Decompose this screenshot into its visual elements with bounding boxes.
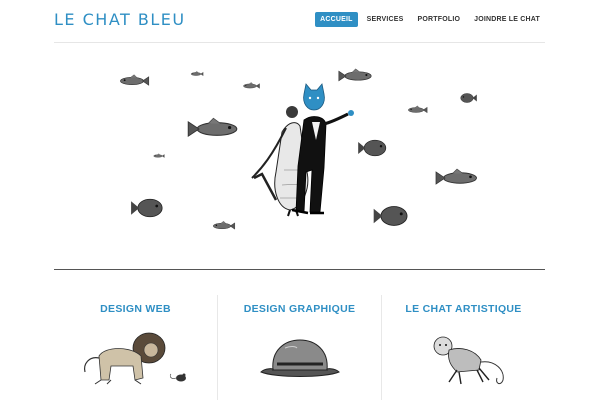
nav-item-accueil[interactable]: ACCUEIL bbox=[315, 12, 358, 27]
fish-icon bbox=[243, 82, 260, 89]
site-header: LE CHAT BLEU ACCUEIL SERVICES PORTFOLIO … bbox=[0, 0, 600, 43]
service-title[interactable]: LE CHAT ARTISTIQUE bbox=[382, 303, 545, 315]
service-design-web: DESIGN WEB bbox=[54, 295, 217, 400]
cat-mask-icon bbox=[303, 83, 325, 111]
site-logo[interactable]: LE CHAT BLEU bbox=[54, 10, 186, 29]
hero-illustration bbox=[112, 60, 488, 240]
section-divider bbox=[54, 269, 545, 270]
services-section: DESIGN WEB DESIGN GRAPHIQUE LE CHAT ARTI… bbox=[54, 295, 545, 400]
nav-item-joindre-le-chat[interactable]: JOINDRE LE CHAT bbox=[469, 12, 545, 27]
fish-icon bbox=[338, 68, 372, 82]
service-le-chat-artistique: LE CHAT ARTISTIQUE bbox=[381, 295, 545, 400]
service-title[interactable]: DESIGN WEB bbox=[54, 303, 217, 315]
fish-icon bbox=[435, 168, 478, 185]
fish-icon bbox=[372, 205, 408, 227]
main-nav: ACCUEIL SERVICES PORTFOLIO JOINDRE LE CH… bbox=[315, 12, 545, 27]
bowler-hat-illustration bbox=[259, 339, 340, 377]
fish-icon bbox=[212, 220, 236, 230]
fish-icon bbox=[119, 74, 150, 86]
fish-icon bbox=[130, 198, 163, 218]
fish-icon bbox=[190, 71, 204, 77]
header-divider bbox=[54, 42, 545, 43]
dancing-couple-illustration bbox=[251, 83, 354, 217]
lion-and-mouse-illustration bbox=[83, 332, 186, 385]
service-title[interactable]: DESIGN GRAPHIQUE bbox=[218, 303, 381, 315]
nav-item-services[interactable]: SERVICES bbox=[362, 12, 409, 27]
fish-icon bbox=[187, 117, 238, 138]
fish-icon bbox=[357, 139, 387, 157]
monkey-illustration bbox=[433, 336, 504, 385]
nav-item-portfolio[interactable]: PORTFOLIO bbox=[412, 12, 465, 27]
service-design-graphique: DESIGN GRAPHIQUE bbox=[217, 295, 381, 400]
fish-icon bbox=[407, 105, 428, 114]
fish-icon bbox=[153, 153, 165, 158]
fish-icon bbox=[460, 93, 478, 103]
